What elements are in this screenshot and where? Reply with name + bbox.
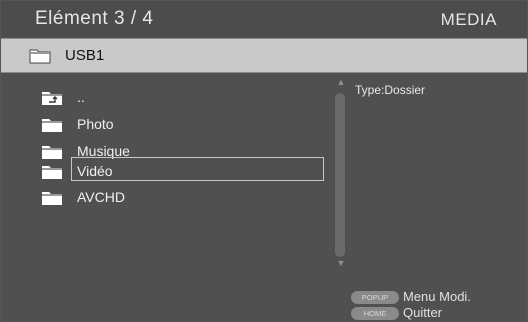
title-bar: Elément 3 / 4 MEDIA bbox=[1, 1, 527, 37]
legend-label: Quitter bbox=[403, 305, 443, 320]
list-item-parent[interactable]: .. bbox=[1, 84, 331, 110]
list-item-photo[interactable]: Photo bbox=[1, 111, 331, 137]
list-item-label: Vidéo bbox=[77, 163, 113, 179]
legend-label: Menu Modi. bbox=[403, 289, 471, 304]
current-path-label: USB1 bbox=[65, 47, 105, 64]
home-key-icon: HOME bbox=[351, 307, 399, 320]
scroll-up-icon[interactable]: ▲ bbox=[336, 77, 346, 87]
popup-key-icon: POPUP bbox=[351, 291, 399, 304]
file-browser: .. Photo Musique Vidéo AVCHD ▲ ▼ Type:Do… bbox=[1, 73, 527, 321]
list-item-label: .. bbox=[77, 89, 85, 105]
media-browser-screen: Elément 3 / 4 MEDIA USB1 .. Photo Musiqu… bbox=[0, 0, 528, 322]
scrollbar[interactable] bbox=[335, 93, 345, 257]
list-item-avchd[interactable]: AVCHD bbox=[1, 184, 331, 210]
folder-icon bbox=[41, 190, 63, 211]
folder-icon bbox=[41, 117, 63, 138]
list-item-video[interactable]: Vidéo bbox=[1, 156, 331, 184]
list-item-label: AVCHD bbox=[77, 189, 125, 205]
scroll-down-icon[interactable]: ▼ bbox=[336, 258, 346, 268]
mode-label: MEDIA bbox=[440, 10, 497, 29]
folder-icon bbox=[41, 164, 63, 185]
item-type-info: Type:Dossier bbox=[355, 83, 426, 97]
parent-folder-icon bbox=[41, 90, 63, 111]
item-counter: Elément 3 / 4 bbox=[35, 8, 154, 29]
list-item-label: Photo bbox=[77, 116, 114, 132]
folder-icon bbox=[29, 48, 51, 69]
current-path-bar: USB1 bbox=[1, 38, 527, 73]
